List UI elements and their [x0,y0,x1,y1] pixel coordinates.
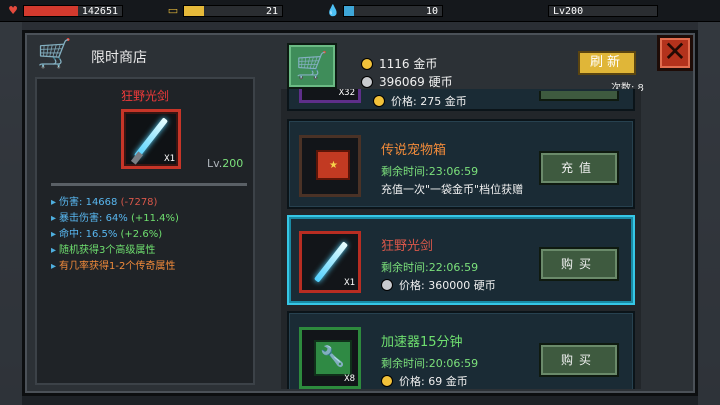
item-title: 传说宠物箱 [381,143,447,158]
hp-display: ♥ 142651 [6,3,123,19]
stat-crit-value: 暴击伤害: 64% [59,213,131,224]
water-bar: 10 [343,5,443,17]
item-price-text: 价格: 69 金币 [399,375,468,388]
wrench-icon: 🔧 [320,344,345,368]
lightsaber-icon [313,241,349,283]
level-display: Lv200 [548,3,658,19]
item-qty: X1 [344,278,355,288]
water-display: 💧 10 [326,3,443,19]
item-title: 加速器15分钟 [381,335,463,350]
shop-header: 🛒 限时商店 🛒 1116 金币 396069 硬币 刷新 次数: 8 ✕ [25,33,695,94]
stat-damage-delta: (-7278) [120,197,158,208]
energy-bar: 21 [183,5,283,17]
stat-hit-value: 命中: 16.5% [59,229,121,240]
stat-crit-delta: (+11.4%) [130,213,179,224]
pet-chest-icon: ★ [299,135,361,197]
item-detail-panel: 狂野光剑 X1 Lv.200 伤害: 14668 (-7278) 暴击伤害: 6… [35,77,255,385]
stat-damage: 伤害: 14668 (-7278) [51,195,179,211]
detail-item-qty: X1 [164,154,175,164]
silver-coin-icon [381,279,393,291]
silver-amount: 396069 硬币 [379,75,453,89]
shop-title: 限时商店 [91,50,147,66]
partial-price-text: 价格: 275 金币 [391,95,467,108]
item-title: 狂野光剑 [381,239,434,254]
perk-advanced: 随机获得3个高级属性 [51,243,179,259]
buy-button[interactable]: 购买 [539,343,619,377]
partial-button[interactable] [539,91,619,101]
gold-balance: 1116 金币 [361,55,437,72]
close-button[interactable]: ✕ [657,35,693,71]
hp-value: 142651 [81,6,118,17]
top-hud: ♥ 142651 ▭ 21 💧 10 Lv200 [0,0,720,22]
accelerator-icon: 🔧 X8 [299,327,361,389]
item-timer: 剩余时间:22:06:59 [381,261,479,274]
partial-price: 价格: 275 金币 [373,93,467,109]
item-price-text: 价格: 360000 硬币 [399,279,496,292]
buy-button[interactable]: 购买 [539,247,619,281]
gold-coin-icon [361,57,373,70]
shop-window: 🛒 限时商店 🛒 1116 金币 396069 硬币 刷新 次数: 8 ✕ 狂野… [22,30,698,396]
detail-item-icon: X1 [121,109,181,169]
list-item-pet-chest[interactable]: ★ 传说宠物箱 剩余时间:23:06:59 充值一次"一袋金币"档位获赠 充值 [287,119,635,209]
star-icon: ★ [329,160,338,171]
item-price: 价格: 69 金币 [381,373,468,389]
stat-hit-delta: (+2.6%) [120,229,163,240]
detail-divider [51,183,247,186]
chest-graphic: ★ [316,150,350,180]
shop-item-list[interactable]: X32 价格: 275 金币 ★ 传说宠物箱 剩余时间:23:06:59 充值一… [281,89,641,389]
partial-qty: X32 [338,89,355,98]
battery-icon: ▭ [167,4,179,17]
item-note: 充值一次"一袋金币"档位获赠 [381,183,524,196]
tab-shop-cart[interactable]: 🛒 [287,43,337,89]
gold-coin-icon [381,375,393,387]
energy-display: ▭ 21 [166,3,283,19]
level-prefix: Lv. [207,157,223,170]
level-value: Lv200 [553,6,584,17]
stat-crit: 暴击伤害: 64% (+11.4%) [51,211,179,227]
accelerator-graphic: 🔧 [314,340,352,376]
perk-legendary: 有几率获得1-2个传奇属性 [51,259,179,275]
detail-item-name: 狂野光剑 [120,89,169,103]
level-number: 200 [222,157,244,170]
list-item-accelerator[interactable]: 🔧 X8 加速器15分钟 剩余时间:20:06:59 价格: 69 金币 购买 [287,311,635,389]
recharge-button[interactable]: 充值 [539,151,619,185]
lightsaber-item-icon: X1 [299,231,361,293]
energy-value: 21 [265,6,278,17]
stat-hit: 命中: 16.5% (+2.6%) [51,227,179,243]
item-price: 价格: 360000 硬币 [381,277,496,293]
water-value: 10 [425,6,438,17]
gold-amount: 1116 金币 [379,57,438,71]
heart-icon: ♥ [8,4,18,17]
silver-balance: 396069 硬币 [361,73,453,90]
refresh-button[interactable]: 刷新 [578,51,636,75]
list-item-partial[interactable]: X32 价格: 275 金币 [287,89,635,111]
water-drop-icon: 💧 [326,4,340,17]
item-timer: 剩余时间:23:06:59 [381,165,479,178]
level-bar: Lv200 [548,5,658,17]
detail-level: Lv.200 [207,157,243,170]
close-icon: ✕ [663,35,687,68]
shop-cart-icon: 🛒 [37,37,72,70]
cart-icon: 🛒 [295,51,329,81]
item-qty: X8 [344,374,355,384]
item-icon-partial: X32 [299,89,361,103]
stat-damage-value: 伤害: 14668 [59,197,121,208]
detail-stats: 伤害: 14668 (-7278) 暴击伤害: 64% (+11.4%) 命中:… [51,195,179,275]
silver-coin-icon [361,75,373,88]
item-timer: 剩余时间:20:06:59 [381,357,479,370]
hp-bar: 142651 [23,5,123,17]
gold-coin-icon [373,95,385,107]
lightsaber-hilt [130,151,144,165]
list-item-lightsaber[interactable]: X1 狂野光剑 剩余时间:22:06:59 价格: 360000 硬币 购买 [287,215,635,305]
